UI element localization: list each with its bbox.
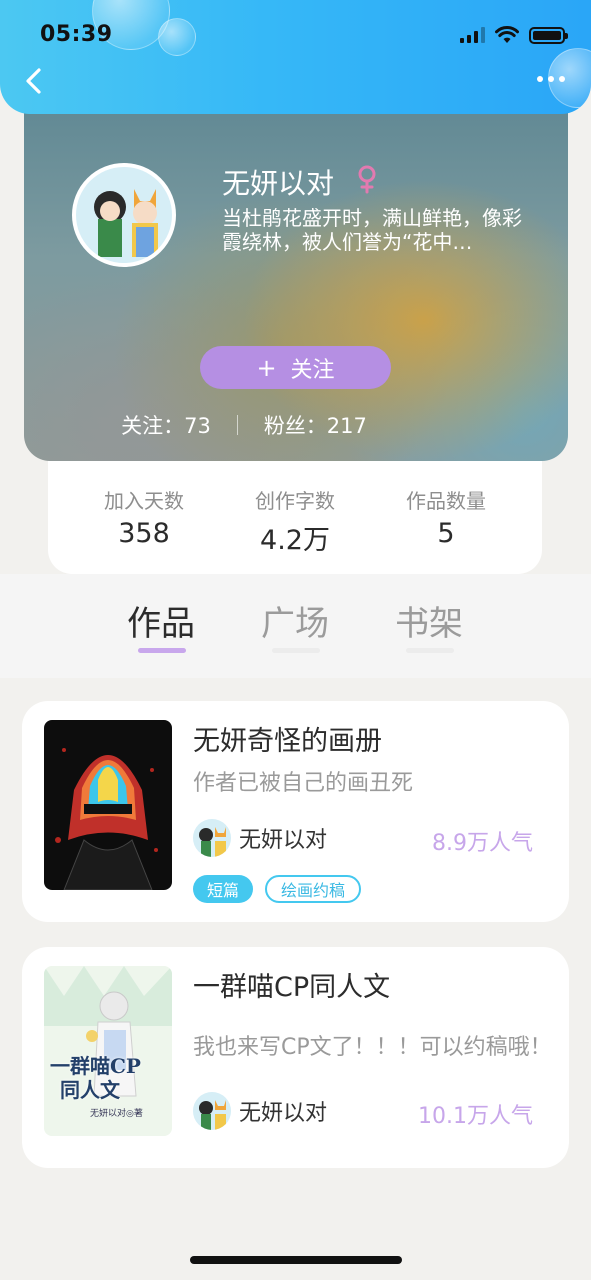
stat-value: 5 bbox=[437, 518, 455, 549]
tab-bar: 作品 广场 书架 bbox=[0, 574, 591, 678]
popularity-count: 10.1万人气 bbox=[418, 1104, 533, 1129]
tab-bookshelf[interactable]: 书架 bbox=[384, 596, 474, 653]
follow-counts: 关注：73 粉丝：217 bbox=[24, 410, 464, 440]
profile-card: 无妍以对 当杜鹃花盛开时，满山鲜艳，像彩霞绕林，被人们誉为“花中… + 关注 关… bbox=[24, 90, 568, 461]
tab-works[interactable]: 作品 bbox=[116, 596, 206, 653]
female-gender-icon bbox=[358, 165, 376, 194]
profile-page: 05:39 无妍以对 当杜鹃花盛开时，满山鲜艳，像彩霞绕林，被人们誉为“花中… … bbox=[0, 0, 591, 1280]
stat-label: 创作字数 bbox=[255, 489, 335, 513]
top-header: 05:39 bbox=[0, 0, 591, 114]
battery-icon bbox=[529, 26, 568, 44]
work-description: 我也来写CP文了！！！可以约稿哦！ bbox=[193, 1035, 552, 1060]
popularity-count: 8.9万人气 bbox=[432, 831, 533, 856]
tab-underline bbox=[138, 648, 186, 653]
follow-button[interactable]: + 关注 bbox=[200, 346, 391, 389]
work-title[interactable]: 无妍奇怪的画册 bbox=[193, 719, 382, 758]
fans-count[interactable]: 粉丝：217 bbox=[264, 410, 367, 440]
work-card[interactable]: 一群喵CP 同人文 无妍以对◎著 一群喵CP同人文 我也来写CP文了！！！可以约… bbox=[22, 947, 569, 1168]
tab-plaza[interactable]: 广场 bbox=[250, 596, 340, 653]
user-name: 无妍以对 bbox=[222, 167, 335, 200]
tag-list: 短篇 绘画约稿 bbox=[193, 875, 362, 903]
cover-byline: 无妍以对◎著 bbox=[90, 1109, 143, 1119]
tab-underline bbox=[406, 648, 454, 653]
stat-join-days: 加入天数 358 bbox=[84, 485, 204, 574]
plus-icon: + bbox=[256, 353, 277, 382]
stat-word-count: 创作字数 4.2万 bbox=[235, 485, 355, 574]
stat-label: 加入天数 bbox=[104, 489, 184, 513]
cover-title-line: 同人文 bbox=[60, 1078, 120, 1102]
avatar bbox=[193, 1092, 231, 1130]
status-time: 05:39 bbox=[40, 22, 113, 47]
cover-title: 一群喵CP 同人文 bbox=[50, 1054, 141, 1102]
author-name: 无妍以对 bbox=[239, 1101, 328, 1126]
tag-commission[interactable]: 绘画约稿 bbox=[265, 875, 362, 903]
cover-title-line: 一群喵CP bbox=[50, 1054, 141, 1078]
status-icons bbox=[460, 26, 568, 44]
work-description: 作者已被自己的画丑死 bbox=[193, 771, 414, 796]
follow-label: 关注 bbox=[290, 357, 335, 383]
author-info[interactable]: 无妍以对 bbox=[193, 1092, 327, 1130]
divider bbox=[236, 415, 238, 435]
avatar[interactable] bbox=[72, 163, 176, 267]
stats-panel: 加入天数 358 创作字数 4.2万 作品数量 5 bbox=[48, 461, 542, 574]
home-indicator bbox=[190, 1256, 402, 1264]
stat-value: 4.2万 bbox=[260, 525, 330, 556]
more-options-icon[interactable] bbox=[537, 76, 565, 82]
stat-label: 作品数量 bbox=[406, 489, 486, 513]
wifi-icon bbox=[495, 26, 519, 43]
back-arrow-icon[interactable] bbox=[20, 66, 50, 96]
stat-works-count: 作品数量 5 bbox=[386, 485, 506, 574]
avatar bbox=[193, 819, 231, 857]
cellular-signal-icon bbox=[460, 27, 485, 43]
tab-underline bbox=[272, 648, 320, 653]
tab-label: 书架 bbox=[395, 604, 463, 644]
stat-value: 358 bbox=[118, 518, 170, 549]
tab-label: 作品 bbox=[127, 604, 195, 644]
book-cover[interactable] bbox=[44, 720, 172, 890]
user-bio: 当杜鹃花盛开时，满山鲜艳，像彩霞绕林，被人们誉为“花中… bbox=[222, 206, 522, 254]
tag-short[interactable]: 短篇 bbox=[193, 875, 254, 903]
work-title[interactable]: 一群喵CP同人文 bbox=[193, 965, 390, 1004]
author-name: 无妍以对 bbox=[239, 828, 328, 853]
work-card[interactable]: 无妍奇怪的画册 作者已被自己的画丑死 无妍以对 8.9万人气 短篇 绘画约稿 bbox=[22, 701, 569, 922]
tab-label: 广场 bbox=[261, 604, 329, 644]
book-cover[interactable]: 一群喵CP 同人文 无妍以对◎著 bbox=[44, 966, 172, 1136]
author-info[interactable]: 无妍以对 bbox=[193, 819, 327, 857]
following-count[interactable]: 关注：73 bbox=[121, 410, 211, 440]
